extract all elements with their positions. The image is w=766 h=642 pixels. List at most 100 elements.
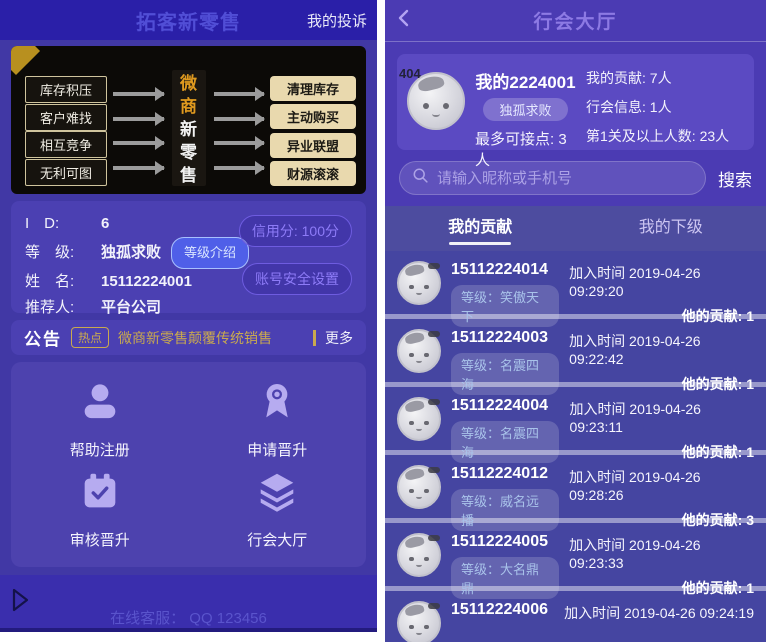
level-value: 独孤求败	[101, 244, 162, 261]
guild-hall-panel: 行会大厅 404 我的2224001 独孤求败 最多可接点: 3人 我的贡献: …	[385, 0, 766, 642]
arrow-right-icon	[213, 111, 265, 126]
customer-service-text: 在线客服： QQ 123456	[110, 610, 267, 627]
guild-stats: 我的贡献: 7人 行会信息: 1人第1关及以上人数: 23人	[586, 66, 744, 144]
avatar-mouth	[416, 290, 422, 295]
member-phone: 15112224004	[451, 397, 548, 414]
banner-problem-box: 无利可图	[25, 158, 107, 186]
menu-item-help-register[interactable]: 帮助注册	[11, 374, 189, 465]
member-level-badge: 等级：威名远播	[451, 489, 560, 531]
announcement-bar: 公告 热点 微商新零售颠覆传统销售 更多	[11, 320, 366, 355]
member-info: 15112224006	[451, 601, 548, 619]
member-meta: 加入时间 2019-04-26 09:24:19	[564, 601, 754, 623]
menu-item-label: 审核晋升	[69, 532, 130, 550]
member-info: 15112224014 等级：笑傲天下	[451, 261, 560, 327]
avatar-eye	[409, 624, 414, 629]
medal-icon	[254, 379, 300, 430]
my-complaints-link[interactable]: 我的投诉	[307, 10, 377, 31]
banner-solution-box: 主动购买	[270, 104, 356, 130]
search-button[interactable]: 搜索	[718, 166, 752, 191]
member-meta: 加入时间 2019-04-26 09:22:42 他的贡献: 1	[569, 329, 754, 394]
avatar-mouth	[416, 358, 422, 363]
banner-title-char: 微	[180, 74, 197, 93]
member-contribution: 他的贡献: 3	[681, 512, 754, 528]
menu-item-guild-hall[interactable]: 行会大厅	[189, 465, 367, 556]
member-row[interactable]: 15112224014 等级：笑傲天下 加入时间 2019-04-26 09:2…	[385, 251, 766, 327]
member-row[interactable]: 15112224003 等级：名震四海 加入时间 2019-04-26 09:2…	[385, 319, 766, 395]
avatar-hair	[404, 466, 426, 481]
banner-title-char: 售	[180, 166, 197, 185]
guild-stat-line: 行会信息: 1人	[586, 99, 672, 115]
back-chevron-icon[interactable]	[385, 4, 423, 37]
member-contribution: 他的贡献: 1	[681, 580, 754, 596]
avatar-mouth	[432, 111, 440, 117]
tab-my-subordinates[interactable]: 我的下级	[576, 206, 766, 251]
member-join-time: 加入时间 2019-04-26 09:24:19	[564, 605, 754, 621]
level-intro-button[interactable]: 等级介绍	[171, 237, 250, 269]
hot-badge: 热点	[71, 327, 110, 348]
menu-item-apply-promotion[interactable]: 申请晋升	[189, 374, 367, 465]
avatar-hair	[404, 602, 426, 617]
avatar-eye	[424, 284, 429, 289]
banner-title-char: 新	[180, 120, 197, 139]
search-row: 搜索	[399, 161, 752, 195]
member-list[interactable]: 15112224014 等级：笑傲天下 加入时间 2019-04-26 09:2…	[385, 251, 766, 642]
menu-item-label: 申请晋升	[247, 441, 308, 459]
avatar-hair	[404, 330, 426, 345]
banner-solutions-column: 清理库存 主动购买 异业联盟 财源滚滚	[270, 76, 356, 186]
banner-title-char: 商	[180, 97, 197, 116]
menu-item-review-promotion[interactable]: 审核晋升	[11, 465, 189, 556]
member-row[interactable]: 15112224012 等级：威名远播 加入时间 2019-04-26 09:2…	[385, 455, 766, 531]
banner-solution-box: 清理库存	[270, 76, 356, 101]
member-level-badge: 等级：名震四海	[451, 421, 560, 463]
member-phone: 15112224005	[451, 533, 548, 550]
member-row[interactable]: 15112224006 加入时间 2019-04-26 09:24:19	[385, 591, 766, 642]
name-label: 姓 名:	[25, 273, 75, 290]
member-info: 15112224005 等级：大名鼎鼎	[451, 533, 560, 599]
guild-user-name: 我的2224001	[475, 73, 576, 92]
search-field-wrapper	[399, 161, 706, 195]
member-info: 15112224012 等级：威名远播	[451, 465, 560, 531]
avatar-eye	[424, 624, 429, 629]
avatar-watermark	[427, 399, 440, 406]
search-input[interactable]	[437, 169, 693, 187]
member-row[interactable]: 15112224005 等级：大名鼎鼎 加入时间 2019-04-26 09:2…	[385, 523, 766, 599]
arrow-right-icon	[113, 87, 164, 101]
member-phone: 15112224014	[451, 261, 548, 278]
more-link[interactable]: 更多	[325, 328, 353, 348]
guild-stat-line: 第1关及以上人数: 23人	[586, 128, 730, 144]
avatar	[397, 261, 441, 305]
announcement-text[interactable]: 微商新零售颠覆传统销售	[118, 328, 304, 348]
referrer-value: 平台公司	[101, 299, 162, 316]
arrow-right-icon	[113, 111, 164, 126]
avatar	[397, 533, 441, 577]
guild-page-title: 行会大厅	[533, 12, 618, 33]
member-contribution: 他的贡献: 1	[681, 376, 754, 392]
credit-score-button[interactable]: 信用分: 100分	[238, 215, 352, 247]
avatar-eye	[409, 556, 414, 561]
member-phone: 15112224003	[451, 329, 548, 346]
id-label: I D:	[25, 215, 60, 232]
member-info: 15112224004 等级：名震四海	[451, 397, 560, 463]
guild-user-summary: 我的2224001 独孤求败 最多可接点: 3人	[473, 66, 578, 169]
avatar-watermark	[427, 535, 440, 542]
avatar: 404	[399, 66, 465, 130]
level-label: 等 级:	[25, 244, 75, 261]
member-row[interactable]: 15112224004 等级：名震四海 加入时间 2019-04-26 09:2…	[385, 387, 766, 463]
guild-user-card: 404 我的2224001 独孤求败 最多可接点: 3人 我的贡献: 7人 行会信…	[397, 54, 754, 169]
avatar-eye	[423, 103, 429, 110]
avatar-eye	[409, 352, 414, 357]
avatar-eye	[424, 488, 429, 493]
member-meta: 加入时间 2019-04-26 09:23:33 他的贡献: 1	[569, 533, 754, 598]
guild-stat-line: 我的贡献: 7人	[586, 70, 672, 86]
member-meta: 加入时间 2019-04-26 09:28:26 他的贡献: 3	[569, 465, 754, 530]
avatar	[397, 329, 441, 373]
avatar-eye	[424, 556, 429, 561]
left-app-header: 拓客新零售 我的投诉	[0, 0, 377, 40]
avatar-watermark	[427, 603, 440, 610]
broken-image-404-text: 404	[399, 66, 421, 81]
member-contribution: 他的贡献: 1	[681, 308, 754, 324]
account-security-button[interactable]: 账号安全设置	[242, 263, 352, 295]
arrow-right-icon	[113, 136, 164, 151]
play-triangle-icon[interactable]	[10, 587, 32, 618]
tab-my-contributions[interactable]: 我的贡献	[385, 206, 576, 251]
